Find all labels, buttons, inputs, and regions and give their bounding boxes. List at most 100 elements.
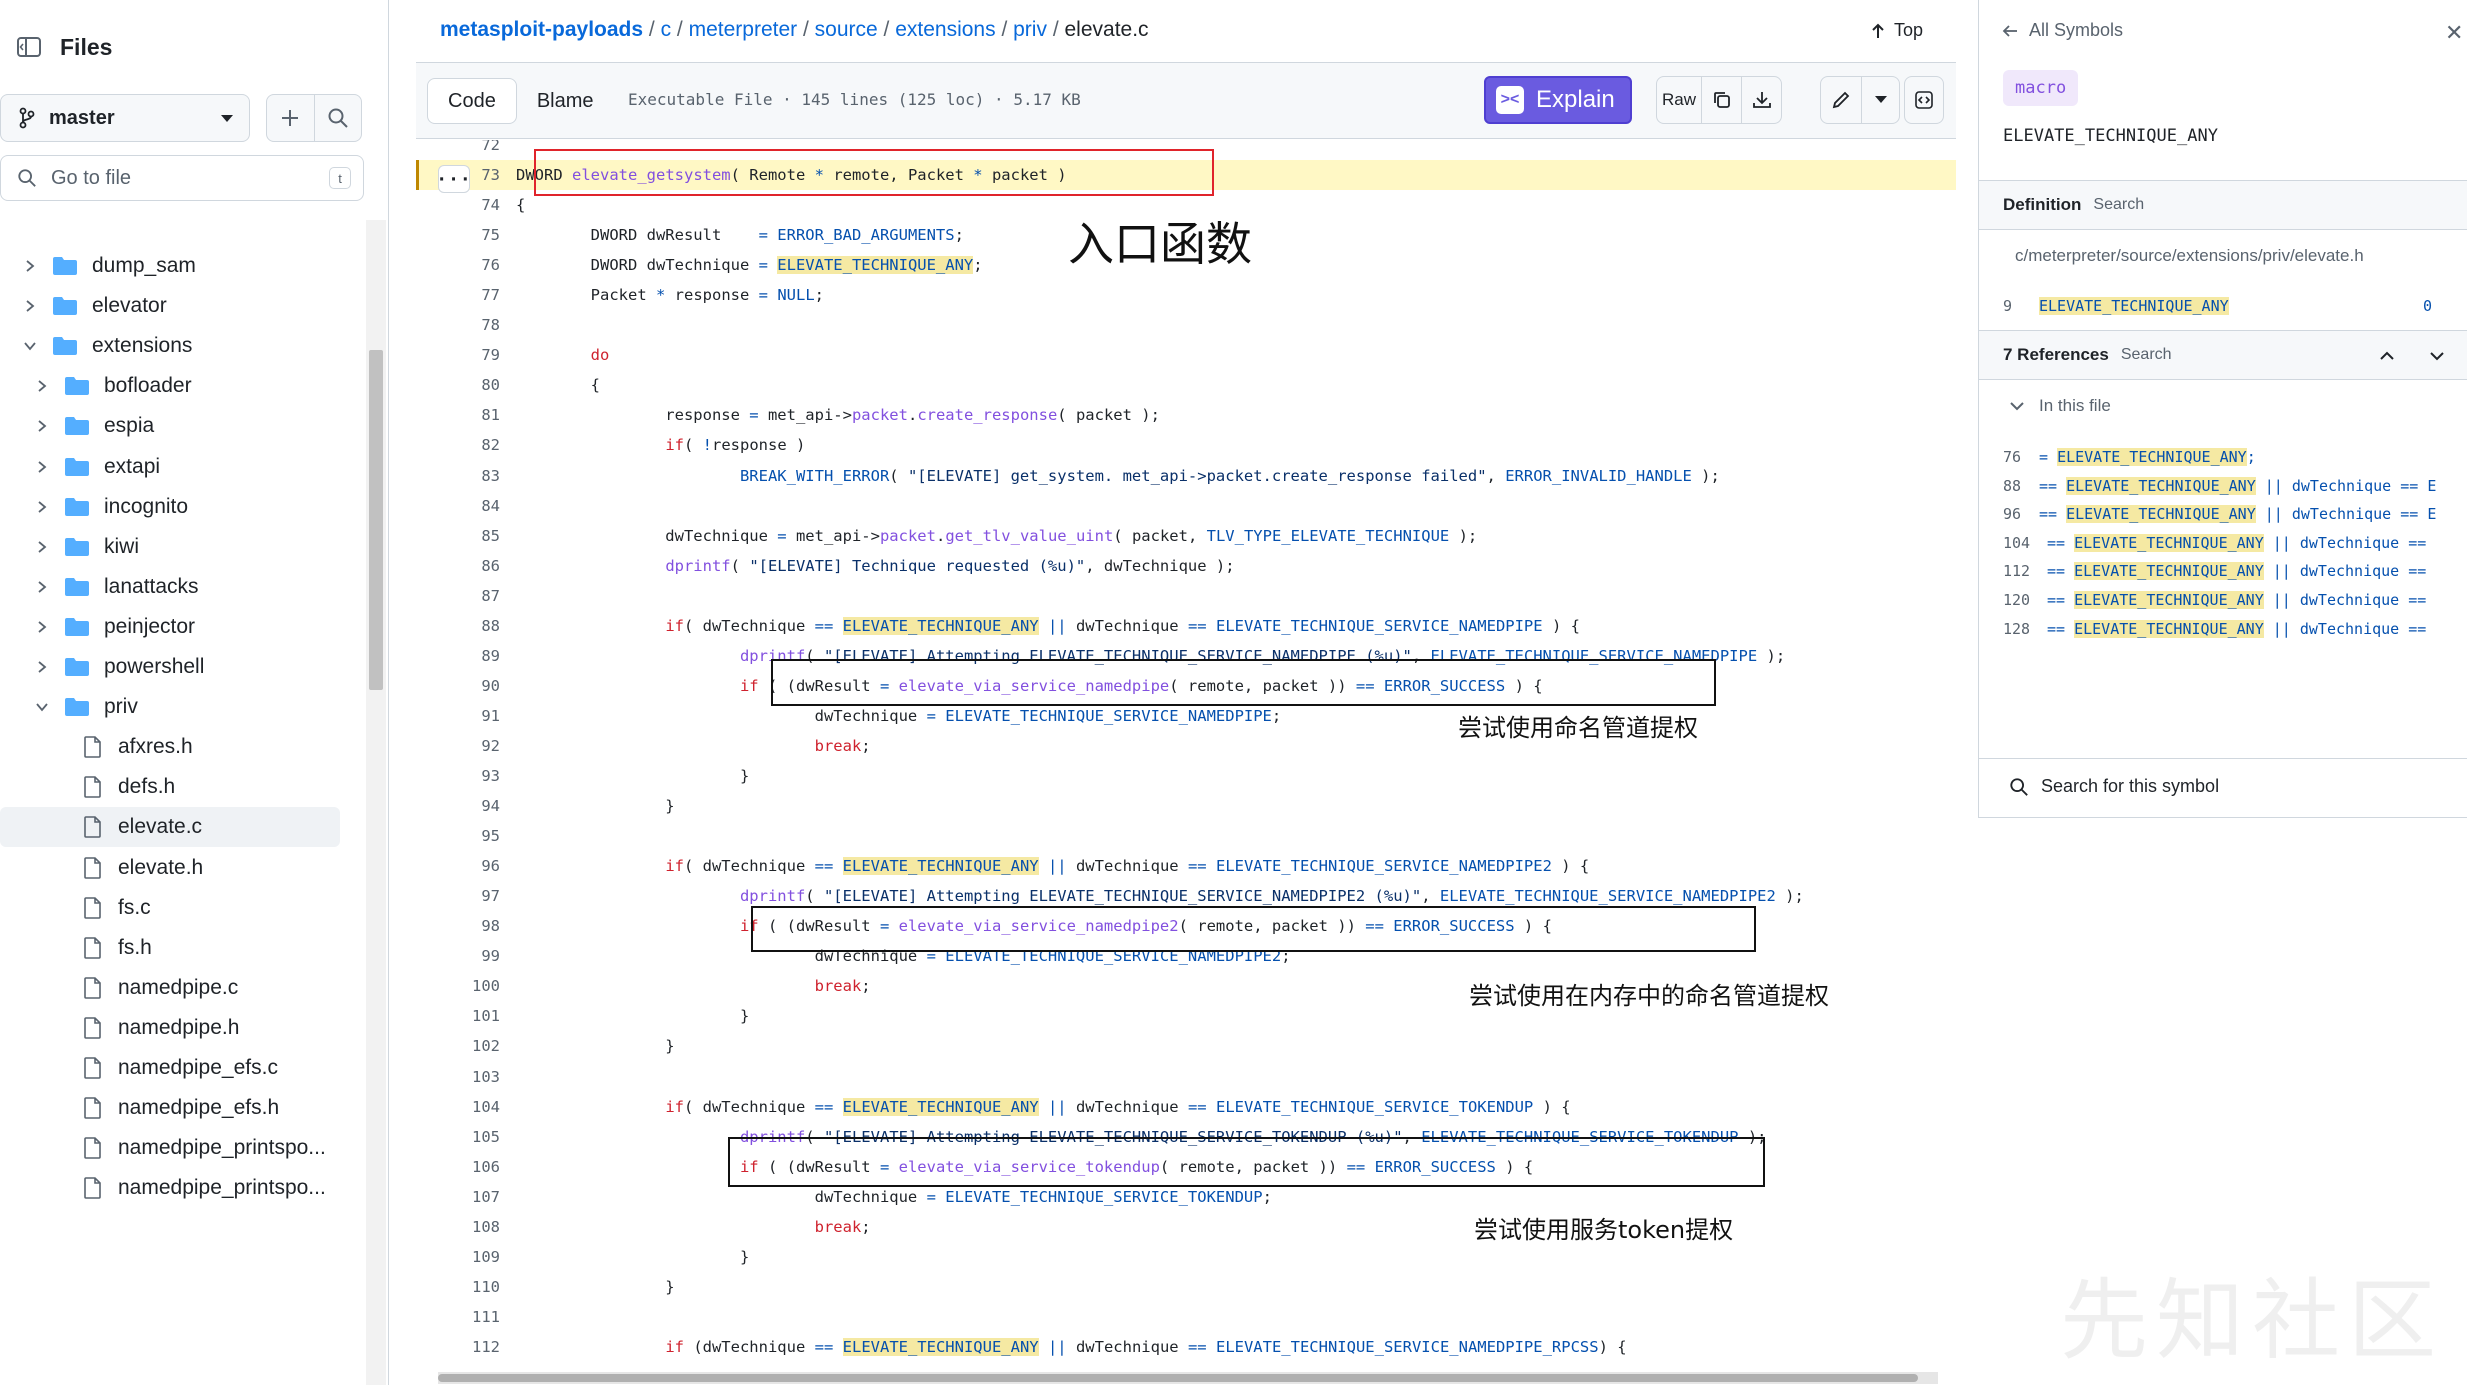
tree-folder[interactable]: dump_sam <box>0 246 340 286</box>
line-options-button[interactable]: ··· <box>436 165 471 193</box>
collapse-sidebar-button[interactable] <box>12 30 46 64</box>
line-number[interactable]: 105 <box>416 1128 500 1146</box>
line-number[interactable]: 96 <box>416 857 500 875</box>
raw-button[interactable]: Raw <box>1657 77 1701 123</box>
sidebar-scrollbar[interactable] <box>366 220 386 1385</box>
tree-folder[interactable]: incognito <box>0 487 340 527</box>
reference-line[interactable]: 76 = ELEVATE_TECHNIQUE_ANY; <box>2003 442 2467 472</box>
line-number[interactable]: 112 <box>416 1338 500 1356</box>
close-panel-button[interactable]: ✕ <box>2445 20 2463 46</box>
tree-file[interactable]: namedpipe_printspo... <box>0 1168 340 1208</box>
tree-folder[interactable]: espia <box>0 406 340 446</box>
add-file-button[interactable] <box>267 95 314 141</box>
tree-file[interactable]: defs.h <box>0 767 340 807</box>
line-number[interactable]: 94 <box>416 797 500 815</box>
chevron-down-icon[interactable] <box>2429 351 2445 361</box>
all-symbols-link[interactable]: All Symbols <box>2001 20 2123 41</box>
references-search-link[interactable]: Search <box>2121 346 2172 364</box>
tree-file[interactable]: namedpipe.c <box>0 968 340 1008</box>
tree-file[interactable]: fs.c <box>0 888 340 928</box>
breadcrumb-repo-link[interactable]: metasploit-payloads <box>440 18 643 41</box>
line-number[interactable]: 98 <box>416 917 500 935</box>
line-number[interactable]: 92 <box>416 737 500 755</box>
line-number[interactable]: 76 <box>416 256 500 274</box>
tree-file[interactable]: namedpipe_efs.h <box>0 1088 340 1128</box>
tree-file[interactable]: elevate.h <box>0 848 340 888</box>
line-number[interactable]: 81 <box>416 406 500 424</box>
line-number[interactable]: 74 <box>416 196 500 214</box>
tree-file[interactable]: fs.h <box>0 928 340 968</box>
breadcrumb-link[interactable]: extensions <box>895 18 995 41</box>
tree-file[interactable]: elevate.c <box>0 807 340 848</box>
line-number[interactable]: 89 <box>416 647 500 665</box>
line-number[interactable]: 101 <box>416 1007 500 1025</box>
line-number[interactable]: 90 <box>416 677 500 695</box>
chevron-right-icon[interactable] <box>34 579 50 595</box>
chevron-right-icon[interactable] <box>34 499 50 515</box>
definition-search-link[interactable]: Search <box>2093 196 2144 214</box>
line-number[interactable]: 104 <box>416 1098 500 1116</box>
scrollbar-thumb[interactable] <box>438 1374 1918 1382</box>
line-number[interactable]: 91 <box>416 707 500 725</box>
chevron-right-icon[interactable] <box>22 258 38 274</box>
scrollbar-thumb[interactable] <box>369 350 383 690</box>
chevron-right-icon[interactable] <box>34 619 50 635</box>
line-number[interactable]: 83 <box>416 467 500 485</box>
line-number[interactable]: 108 <box>416 1218 500 1236</box>
chevron-down-icon[interactable] <box>34 699 50 715</box>
copy-raw-button[interactable] <box>1701 77 1741 123</box>
line-number[interactable]: 95 <box>416 827 500 845</box>
edit-button[interactable] <box>1821 77 1861 123</box>
line-number[interactable]: 84 <box>416 497 500 515</box>
reference-line[interactable]: 88 == ELEVATE_TECHNIQUE_ANY || dwTechniqu… <box>2003 471 2467 501</box>
symbols-pane-toggle[interactable] <box>1904 76 1944 124</box>
line-number[interactable]: 80 <box>416 376 500 394</box>
horizontal-scrollbar[interactable] <box>438 1372 1938 1384</box>
chevron-right-icon[interactable] <box>34 378 50 394</box>
scroll-top-button[interactable]: Top <box>1870 20 1923 41</box>
line-number[interactable]: 106 <box>416 1158 500 1176</box>
line-number[interactable]: 93 <box>416 767 500 785</box>
line-number[interactable]: 82 <box>416 436 500 454</box>
definition-path[interactable]: c/meterpreter/source/extensions/priv/ele… <box>2015 246 2364 266</box>
chevron-right-icon[interactable] <box>22 298 38 314</box>
line-number[interactable]: 75 <box>416 226 500 244</box>
line-number[interactable]: 111 <box>416 1308 500 1326</box>
tree-folder[interactable]: extapi <box>0 447 340 487</box>
breadcrumb-link[interactable]: meterpreter <box>689 18 798 41</box>
line-number[interactable]: 109 <box>416 1248 500 1266</box>
line-number[interactable]: 97 <box>416 887 500 905</box>
reference-line[interactable]: 120 == ELEVATE_TECHNIQUE_ANY || dwTechniq… <box>2003 585 2467 615</box>
line-number[interactable]: 88 <box>416 617 500 635</box>
line-number[interactable]: 99 <box>416 947 500 965</box>
edit-options-button[interactable] <box>1861 77 1899 123</box>
tree-folder[interactable]: priv <box>0 687 340 727</box>
tree-folder[interactable]: bofloader <box>0 366 340 406</box>
tree-folder[interactable]: peinjector <box>0 607 340 647</box>
chevron-right-icon[interactable] <box>34 659 50 675</box>
chevron-right-icon[interactable] <box>34 539 50 555</box>
line-number[interactable]: 102 <box>416 1037 500 1055</box>
chevron-down-icon[interactable] <box>22 338 38 354</box>
tree-folder[interactable]: powershell <box>0 647 340 687</box>
line-number[interactable]: 110 <box>416 1278 500 1296</box>
line-number[interactable]: 77 <box>416 286 500 304</box>
tab-code[interactable]: Code <box>427 78 517 124</box>
search-files-button[interactable] <box>313 95 362 141</box>
tree-folder[interactable]: kiwi <box>0 527 340 567</box>
chevron-right-icon[interactable] <box>34 418 50 434</box>
explain-button[interactable]: >< Explain <box>1484 76 1632 124</box>
branch-selector[interactable]: master <box>0 94 250 142</box>
reference-line[interactable]: 128 == ELEVATE_TECHNIQUE_ANY || dwTechniq… <box>2003 614 2467 644</box>
line-number[interactable]: 107 <box>416 1188 500 1206</box>
download-button[interactable] <box>1741 77 1781 123</box>
tree-folder[interactable]: elevator <box>0 286 340 326</box>
line-number[interactable]: 79 <box>416 346 500 364</box>
line-number[interactable]: 86 <box>416 557 500 575</box>
breadcrumb-link[interactable]: priv <box>1013 18 1047 41</box>
reference-line[interactable]: 104 == ELEVATE_TECHNIQUE_ANY || dwTechniq… <box>2003 528 2467 558</box>
tab-blame[interactable]: Blame <box>517 78 614 124</box>
definition-line[interactable]: 9 ELEVATE_TECHNIQUE_ANY 0 <box>2003 291 2467 321</box>
line-number[interactable]: 85 <box>416 527 500 545</box>
breadcrumb-link[interactable]: c <box>661 18 672 41</box>
